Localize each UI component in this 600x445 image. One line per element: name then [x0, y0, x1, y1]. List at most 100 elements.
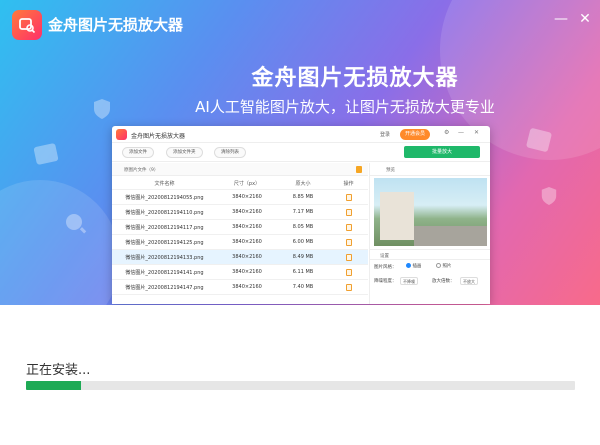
file-size: 8.49 MB — [292, 254, 314, 260]
image-dimensions: 3840×2160 — [232, 269, 262, 275]
close-icon[interactable]: ✕ — [576, 10, 594, 28]
scale-select: 不放大 — [460, 277, 478, 285]
minimize-icon[interactable]: — — [552, 10, 570, 28]
file-name: 微信图片_20200812194110.png — [125, 209, 204, 216]
file-icon — [345, 223, 352, 231]
file-list-header: 原图片文件（9） — [112, 163, 368, 176]
install-progress-fill — [26, 381, 81, 390]
file-size: 8.05 MB — [292, 224, 314, 230]
image-dimensions: 3840×2160 — [232, 224, 262, 230]
hero-title: 金舟图片无损放大器 — [251, 66, 459, 91]
file-size: 8.85 MB — [292, 194, 314, 200]
preview-header: 预览 — [370, 163, 490, 176]
row-action — [329, 208, 368, 216]
file-icon — [345, 193, 352, 201]
column-header: 操作 — [343, 180, 354, 187]
road-shape — [414, 226, 487, 246]
add-folder-button: 添加文件夹 — [166, 147, 203, 158]
minimize-icon: — — [458, 129, 464, 136]
building-shape — [380, 192, 414, 240]
file-name: 微信图片_20200812194125.png — [125, 239, 204, 246]
file-name: 微信图片_20200812194141.png — [125, 269, 204, 276]
table-row: 微信图片_20200812194117.png 3840×2160 8.05 MB — [112, 220, 368, 235]
row-action — [329, 238, 368, 246]
file-size: 7.40 MB — [292, 284, 314, 290]
image-dimensions: 3840×2160 — [232, 254, 262, 260]
scale-label: 放大倍数： — [432, 279, 455, 284]
image-dimensions: 3840×2160 — [232, 284, 262, 290]
column-header: 原大小 — [295, 180, 311, 187]
image-search-icon — [19, 18, 36, 34]
zoom-icon — [64, 212, 88, 236]
row-action — [329, 283, 368, 291]
settings-label: 设置 — [380, 254, 389, 259]
preview-label: 预览 — [386, 168, 395, 173]
file-icon — [345, 283, 352, 291]
login-link: 登录 — [380, 132, 391, 138]
file-size: 7.17 MB — [292, 209, 314, 215]
options-row: 降噪程度： 不降噪 放大倍数： 不放大 — [370, 274, 490, 288]
preview-image — [374, 178, 487, 246]
photo-icon — [526, 128, 552, 152]
table-row: 微信图片_20200812194147.png 3840×2160 7.40 MB — [112, 280, 368, 295]
row-action — [329, 193, 368, 201]
table-row: 微信图片_20200812194125.png 3840×2160 6.00 MB — [112, 235, 368, 250]
installer-window: 金舟图片无损放大器 — ✕ 金舟图片无损放大器 AI人工智能图片放大，让图片无损… — [0, 0, 600, 445]
file-size: 6.11 MB — [292, 269, 314, 275]
style-option-photo: 照片 — [436, 263, 451, 269]
style-row: 图片风格： 插画 照片 — [370, 260, 490, 274]
image-dimensions: 3840×2160 — [232, 194, 262, 200]
file-list-title: 原图片文件（9） — [124, 168, 159, 173]
app-logo — [116, 129, 127, 140]
table-row: 微信图片_20200812194055.png 3840×2160 8.85 MB — [112, 190, 368, 205]
style-label: 图片风格： — [374, 265, 397, 270]
install-status: 正在安装... — [26, 363, 91, 378]
file-icon — [345, 208, 352, 216]
denoise-select: 不降噪 — [400, 277, 418, 285]
column-header: 文件名称 — [154, 180, 175, 187]
file-icon — [345, 253, 352, 261]
file-name: 微信图片_20200812194055.png — [125, 194, 204, 201]
shield-icon — [540, 186, 558, 206]
preview-app-title: 金舟图片无损放大器 — [131, 133, 186, 140]
table-row: 微信图片_20200812194133.png 3840×2160 8.49 MB — [112, 250, 368, 265]
image-dimensions: 3840×2160 — [232, 209, 262, 215]
table-header: 文件名称 尺寸（px） 原大小 操作 — [112, 177, 368, 190]
file-name: 微信图片_20200812194133.png — [125, 254, 204, 261]
add-file-button: 添加文件 — [122, 147, 154, 158]
clear-list-button: 清除列表 — [214, 147, 246, 158]
photo-icon — [34, 142, 60, 166]
app-preview-window: 金舟图片无损放大器 登录 开通会员 ⚙ — ✕ 添加文件 添加文件夹 清除列表 … — [112, 126, 490, 304]
preview-toolbar: 添加文件 添加文件夹 清除列表 批量放大 — [112, 143, 490, 162]
settings-header: 设置 — [370, 249, 490, 260]
row-action — [329, 268, 368, 276]
settings-icon: ⚙ — [444, 129, 450, 136]
denoise-label: 降噪程度： — [374, 279, 397, 284]
image-dimensions: 3840×2160 — [232, 239, 262, 245]
row-action — [329, 253, 368, 261]
table-body: 微信图片_20200812194055.png 3840×2160 8.85 MB 微… — [112, 190, 368, 295]
preview-panel: 预览 设置 图片风格： 插画 照片 降噪程度： 不降噪 放大倍数： 不放大 — [369, 163, 490, 304]
close-icon: ✕ — [474, 129, 480, 136]
banner: 金舟图片无损放大器 — ✕ 金舟图片无损放大器 AI人工智能图片放大，让图片无损… — [0, 0, 600, 305]
install-progress-bar — [26, 381, 575, 390]
preview-titlebar: 金舟图片无损放大器 登录 开通会员 ⚙ — ✕ — [112, 126, 490, 143]
table-row: 微信图片_20200812194141.png 3840×2160 6.11 MB — [112, 265, 368, 280]
app-logo — [12, 10, 42, 40]
table-row: 微信图片_20200812194110.png 3840×2160 7.17 MB — [112, 205, 368, 220]
trash-icon — [356, 166, 362, 173]
column-header: 尺寸（px） — [233, 180, 261, 187]
file-icon — [345, 268, 352, 276]
file-name: 微信图片_20200812194147.png — [125, 284, 204, 291]
batch-enlarge-button: 批量放大 — [404, 146, 480, 158]
file-table: 文件名称 尺寸（px） 原大小 操作 微信图片_20200812194055.p… — [112, 177, 368, 295]
app-title: 金舟图片无损放大器 — [48, 16, 184, 34]
decor-circle — [0, 180, 120, 305]
hero-subtitle: AI人工智能图片放大，让图片无损放大更专业 — [195, 98, 495, 116]
style-option-illustration: 插画 — [406, 263, 421, 269]
vip-badge: 开通会员 — [400, 129, 431, 140]
file-icon — [345, 238, 352, 246]
row-action — [329, 223, 368, 231]
file-name: 微信图片_20200812194117.png — [125, 224, 204, 231]
file-size: 6.00 MB — [292, 239, 314, 245]
